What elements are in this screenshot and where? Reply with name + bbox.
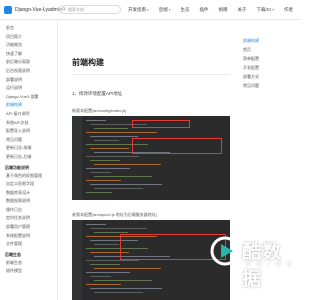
code-line (86, 120, 106, 122)
toc-item[interactable]: 开发配置 (243, 63, 298, 72)
highlight-box (132, 120, 190, 128)
sidebar-item[interactable]: 数据库表设计 (0, 189, 57, 198)
sidebar-item[interactable]: 定时任务说明 (0, 214, 57, 223)
code-line (94, 268, 161, 270)
sidebar-item[interactable]: 系统API文档 (0, 119, 57, 128)
page-title: 前端构建 (72, 58, 104, 67)
sidebar-item[interactable]: 更新日志-后端 (0, 153, 57, 162)
sidebar-item[interactable]: 部署说明 (0, 76, 57, 85)
code-line (86, 168, 130, 170)
code-line (94, 292, 143, 294)
code-line (94, 128, 128, 130)
highlight-box (132, 138, 222, 154)
toc-item[interactable]: 首页 (243, 45, 298, 54)
nav-item[interactable]: 插件 (199, 7, 208, 13)
sidebar-item[interactable]: 快速了解 (0, 50, 57, 59)
toc-item[interactable]: 部署方式 (243, 72, 298, 81)
sidebar-item[interactable]: 功能概览 (0, 41, 57, 50)
sidebar-item[interactable]: 前后端分离版 (0, 58, 57, 67)
code-line (86, 156, 139, 158)
table-of-contents: 前端构建 首页 简单配置 开发配置 部署方式 常见问题 (243, 36, 298, 90)
sidebar-item[interactable]: 操作日志 (0, 206, 57, 215)
sidebar-item[interactable]: 前端生态 (0, 259, 57, 268)
code-line (90, 148, 129, 150)
toc-item[interactable]: 常见问题 (243, 81, 298, 90)
sidebar-item[interactable]: 运行说明 (0, 84, 57, 93)
code-line (94, 244, 119, 246)
sidebar-item[interactable]: 前言 (0, 24, 57, 33)
nav-item[interactable]: 后端 (159, 7, 171, 13)
sidebar-item[interactable]: 数据权限说明 (0, 197, 57, 206)
screenshot-old-config (72, 220, 230, 300)
nav-item[interactable]: 下载/CI (256, 7, 274, 13)
main-nav: 开发指南 后端 生态 插件 捐赠 关于 下载/CI 作者 (128, 0, 303, 20)
caption-new-config: 新版本配置(src/config/index.js) (72, 108, 127, 113)
code-line (90, 264, 120, 266)
sidebar-item[interactable]: 基于角色的权限管理 (0, 172, 57, 181)
code-line (94, 164, 161, 166)
site-brand[interactable]: Django-Vue-Lyadmin (15, 7, 62, 13)
sidebar-group-title[interactable]: 后端功能说明 (0, 162, 57, 172)
code-line (86, 260, 139, 262)
code-line (94, 140, 119, 142)
code-line (90, 288, 162, 290)
site-logo[interactable] (4, 5, 12, 14)
sidebar-item[interactable]: Django-Vue3 部署 (0, 93, 57, 102)
search-input[interactable]: 搜索文档 (59, 5, 121, 14)
code-line (90, 184, 162, 186)
code-line (86, 192, 112, 194)
watermark-play-icon (210, 236, 240, 266)
sidebar-item[interactable]: 部署用户管理 (0, 223, 57, 232)
code-line (94, 280, 152, 282)
top-navbar: Django-Vue-Lyadmin 搜索文档 开发指南 后端 生态 插件 捐赠 关于 下载… (0, 0, 300, 20)
line-gutter (72, 116, 82, 200)
code-line (94, 176, 152, 178)
title-divider (72, 74, 230, 75)
line-gutter (72, 220, 82, 300)
sidebar-item[interactable]: 常见问题 (0, 136, 57, 145)
watermark-subtext: KUIDC (246, 261, 298, 268)
search-icon (62, 7, 66, 11)
sidebar-item[interactable]: API 接口说明 (0, 110, 57, 119)
code-line (90, 136, 138, 138)
nav-item[interactable]: 生态 (180, 7, 189, 13)
nav-item[interactable]: 作者 (284, 7, 293, 13)
code-line (94, 188, 143, 190)
sidebar-item[interactable]: 文件管理 (0, 240, 57, 249)
sidebar-item[interactable]: 系统配置说明 (0, 232, 57, 241)
code-line (86, 272, 130, 274)
sidebar-item[interactable]: 项目简介 (0, 33, 57, 42)
toc-item[interactable]: 前端构建 (243, 36, 298, 45)
nav-item[interactable]: 开发指南 (128, 7, 149, 13)
code-line (86, 224, 106, 226)
sidebar-item[interactable]: 自定义权限字段 (0, 180, 57, 189)
sidebar-item[interactable]: 更新日志-前端 (0, 144, 57, 153)
sidebar-item[interactable]: 配置导入说明 (0, 127, 57, 136)
search-placeholder: 搜索文档 (68, 6, 84, 12)
sidebar-item[interactable]: 插件模型 (0, 267, 57, 276)
sidebar-item[interactable]: 后台权限说明 (0, 67, 57, 76)
code-line (86, 180, 121, 182)
sidebar-group-title[interactable]: 后端生态 (0, 249, 57, 259)
code-line (90, 172, 111, 174)
caption-old-config: 老版本配置(src/api/url.js 地址为后端服务器地址) (72, 212, 158, 217)
sidebar-item[interactable]: 前端构建 (0, 101, 57, 110)
toc-item[interactable]: 简单配置 (243, 54, 298, 63)
code-line (86, 132, 157, 134)
code-line (90, 228, 147, 230)
code-line (90, 160, 120, 162)
sidebar: 前言 项目简介 功能概览 快速了解 前后端分离版 后台权限说明 部署说明 运行说明 Django… (0, 20, 58, 300)
nav-item[interactable]: 捐赠 (218, 7, 227, 13)
screenshot-new-config (72, 116, 230, 200)
code-line (90, 276, 111, 278)
code-line (86, 284, 121, 286)
nav-item[interactable]: 关于 (237, 7, 246, 13)
list-item: 1、修改环境配置API地址 (72, 91, 123, 96)
